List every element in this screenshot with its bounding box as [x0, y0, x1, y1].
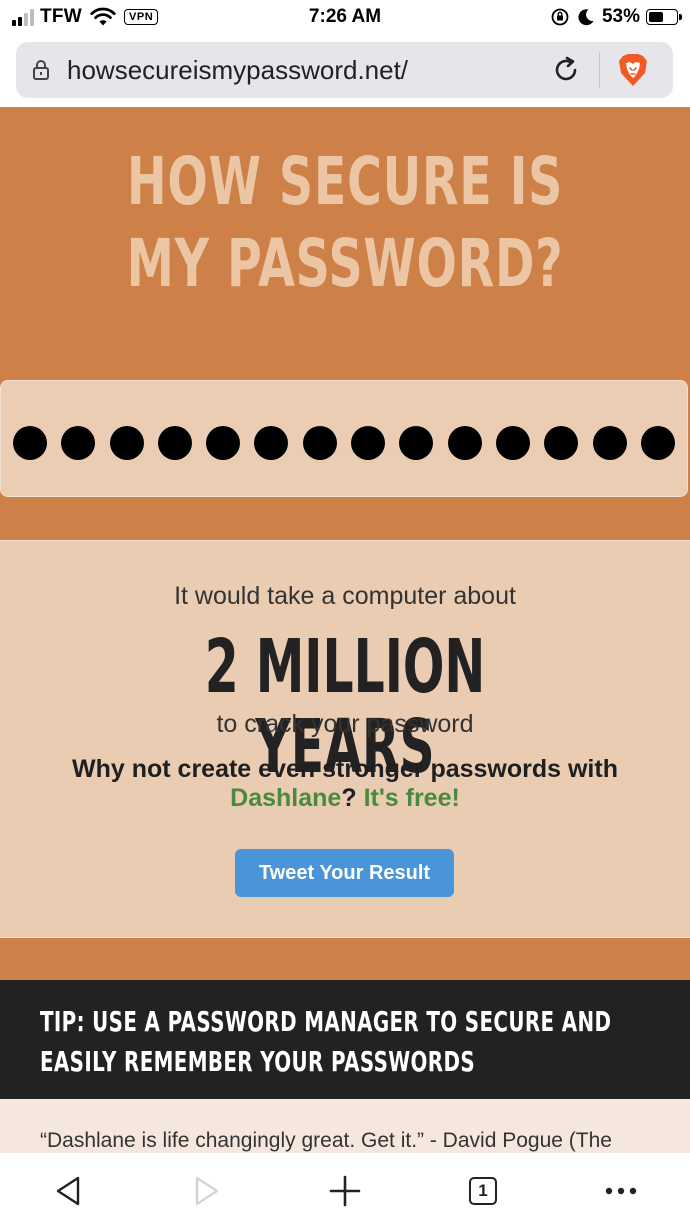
cta-mid: ?	[341, 784, 357, 812]
browser-toolbar: 1	[0, 1153, 690, 1227]
password-dot	[109, 426, 144, 460]
dashlane-cta: Why not create even stronger passwords w…	[0, 755, 690, 813]
reload-icon[interactable]	[551, 55, 581, 85]
battery-percentage: 53%	[601, 6, 640, 27]
tweet-result-button[interactable]: Tweet Your Result	[235, 849, 454, 897]
password-dot	[13, 426, 47, 460]
tabs-button[interactable]: 1	[463, 1171, 503, 1211]
page-title: HOW SECURE IS MY PASSWORD?	[126, 143, 564, 302]
testimonial-quote: “Dashlane is life changingly great. Get …	[40, 1129, 612, 1152]
new-tab-button[interactable]	[325, 1171, 365, 1211]
divider-strip	[0, 938, 690, 980]
dashlane-link[interactable]: Dashlane	[230, 784, 341, 812]
password-dot	[640, 426, 675, 460]
password-dot	[351, 426, 386, 460]
address-bar[interactable]: howsecureismypassword.net/	[16, 42, 673, 98]
brave-lion-icon[interactable]	[617, 53, 649, 87]
result-intro: It would take a computer about	[174, 582, 516, 610]
orientation-lock-icon	[551, 8, 569, 26]
password-dot	[399, 426, 434, 460]
tip-banner: TIP: USE A PASSWORD MANAGER TO SECURE AN…	[0, 980, 690, 1099]
password-dot	[302, 426, 337, 460]
testimonial-section: “Dashlane is life changingly great. Get …	[0, 1099, 690, 1153]
hero-section: HOW SECURE IS MY PASSWORD?	[0, 107, 690, 540]
cta-prefix: Why not create even stronger passwords w…	[72, 755, 618, 783]
result-outro: to crack your password	[216, 710, 474, 738]
tip-text: TIP: USE A PASSWORD MANAGER TO SECURE AN…	[40, 1005, 612, 1078]
password-dot	[157, 426, 192, 460]
more-dots-icon	[605, 1187, 637, 1195]
web-page: HOW SECURE IS MY PASSWORD? It would take…	[0, 107, 690, 1153]
password-dot	[61, 426, 96, 460]
password-dot	[495, 426, 530, 460]
password-dot	[254, 426, 289, 460]
back-arrow-icon	[56, 1176, 80, 1206]
its-free-link[interactable]: It's free!	[364, 784, 460, 812]
back-button[interactable]	[48, 1171, 88, 1211]
forward-button[interactable]	[187, 1171, 227, 1211]
tabs-icon: 1	[469, 1177, 497, 1205]
url-text[interactable]: howsecureismypassword.net/	[67, 54, 408, 86]
password-masked-dots	[13, 426, 675, 460]
lock-icon	[33, 60, 49, 80]
password-dot	[206, 426, 241, 460]
password-dot	[447, 426, 482, 460]
password-dot	[544, 426, 579, 460]
forward-arrow-icon	[195, 1176, 219, 1206]
moon-icon	[578, 9, 594, 26]
status-bar: TFW VPN 7:26 AM 53%	[0, 0, 690, 34]
plus-icon	[329, 1175, 361, 1207]
address-divider	[599, 52, 600, 88]
status-right: 53%	[550, 4, 682, 30]
result-panel: It would take a computer about 2 MILLION…	[0, 540, 690, 938]
password-dot	[592, 426, 627, 460]
menu-button[interactable]	[601, 1171, 641, 1211]
battery-icon	[646, 9, 682, 25]
